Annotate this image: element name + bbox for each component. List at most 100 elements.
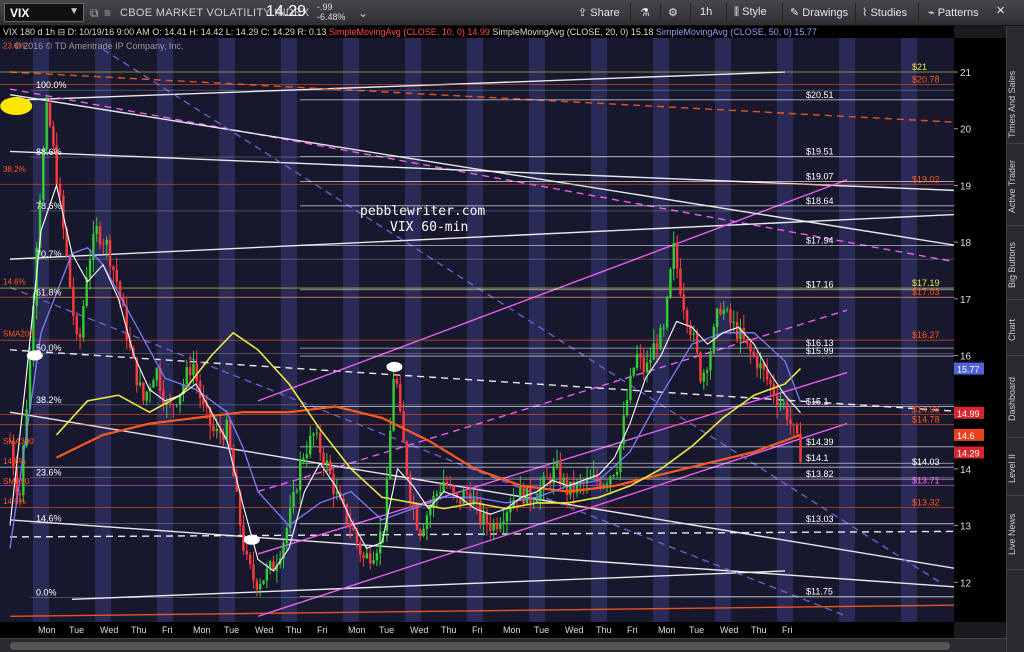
candle-body — [669, 269, 672, 298]
side-tab-level-ii[interactable]: Level II — [1007, 442, 1024, 496]
chart-scrollbar[interactable] — [0, 638, 1006, 652]
candle-body — [499, 524, 502, 530]
candle-body — [559, 462, 562, 485]
menu-icon[interactable]: ≡ — [104, 6, 111, 20]
link-icon[interactable]: ⧉ — [90, 6, 99, 21]
price-level-label: $14.39 — [806, 437, 834, 447]
x-tick-label: Fri — [162, 625, 173, 635]
chevron-down-icon[interactable]: ⌄ — [358, 6, 368, 20]
candle-body — [522, 485, 525, 504]
x-tick-label: Mon — [38, 625, 56, 635]
x-tick-label: Wed — [100, 625, 118, 635]
collapse-icon[interactable]: ⊟ — [58, 27, 66, 37]
symbol-selector[interactable]: VIX ▼ — [4, 3, 84, 22]
style-button[interactable]: ⫼ Style — [734, 6, 767, 19]
candle-body — [372, 560, 375, 564]
left-annotation: 14.6% — [3, 457, 26, 466]
side-tab-active-trader[interactable]: Active Trader — [1007, 148, 1024, 226]
candle-body — [365, 553, 369, 559]
y-tick-label: 12 — [960, 578, 972, 589]
price-chart-area[interactable]: $20.51 $19.51 $19.07 $18.64 $17.94 $17.16 $16.… — [0, 38, 954, 622]
gear-icon[interactable]: ⚙ — [668, 6, 678, 19]
candle-body — [98, 226, 102, 245]
candle-body — [535, 499, 539, 503]
price-level-label: $13.82 — [806, 469, 834, 479]
side-tab-big-buttons[interactable]: Big Buttons — [1007, 230, 1024, 300]
side-tab-times-and-sales[interactable]: Times And Sales — [1007, 66, 1024, 144]
candle-body — [682, 294, 685, 310]
drawings-button[interactable]: ✎ Drawings — [790, 6, 848, 19]
candle-body — [632, 367, 635, 376]
colored-level-label: $17.03 — [912, 287, 940, 297]
candle-body — [295, 490, 299, 493]
sma50-label[interactable]: SimpleMovingAvg (CLOSE, 50, 0) — [656, 27, 792, 37]
candle-body — [312, 433, 315, 436]
left-annotation: SMA50 — [3, 477, 30, 486]
x-tick-label: Tue — [534, 625, 549, 635]
x-tick-label: Tue — [69, 625, 84, 635]
candle-body — [225, 419, 229, 440]
candle-body — [362, 554, 365, 559]
candle-body — [95, 226, 98, 234]
price-tag-label: 14.99 — [957, 409, 980, 419]
candle-body — [315, 432, 319, 434]
candle-body — [609, 476, 612, 485]
symbol-text: VIX — [10, 6, 30, 20]
side-tab-chart[interactable]: Chart — [1007, 304, 1024, 356]
candle-body — [759, 363, 762, 369]
candle-body — [612, 474, 615, 477]
studies-button[interactable]: ⌇ Studies — [862, 6, 907, 19]
price-axis[interactable]: 1213141516171819202115.7714.9914.614.29 — [954, 38, 1006, 622]
chart-header: VIX 180 d 1h — [3, 27, 56, 37]
flask-icon[interactable]: ⚗ — [640, 6, 650, 19]
sma20-label[interactable]: SimpleMovingAvg (CLOSE, 20, 0) — [492, 27, 628, 37]
session-band — [281, 38, 297, 622]
candle-body — [142, 382, 145, 401]
price-chart[interactable]: $20.51 $19.51 $19.07 $18.64 $17.94 $17.16 $16.… — [0, 38, 954, 622]
watermark-site: pebblewriter.com — [360, 204, 486, 219]
bar-open: O: 14.41 — [152, 27, 187, 37]
candle-body — [485, 512, 489, 525]
candle-body — [775, 395, 779, 405]
candle-body — [18, 493, 22, 496]
candle-body — [732, 321, 735, 323]
candle-body — [335, 492, 339, 494]
candle-body — [679, 268, 682, 295]
side-tab-live-news[interactable]: Live News — [1007, 500, 1024, 570]
candle-body — [642, 357, 645, 373]
left-annotation: SMA300 — [3, 437, 34, 446]
candle-body — [652, 343, 655, 360]
close-icon[interactable]: ✕ — [996, 4, 1005, 17]
share-button[interactable]: ⇪ Share — [578, 6, 620, 19]
candle-body — [172, 404, 175, 406]
candle-body — [369, 553, 372, 564]
price-level-label: $19.07 — [806, 171, 834, 181]
timeframe-button[interactable]: 1h — [700, 6, 712, 18]
x-tick-label: Mon — [658, 625, 676, 635]
candle-body — [108, 239, 112, 267]
candle-body — [799, 433, 802, 463]
candle-body — [465, 491, 469, 494]
patterns-button[interactable]: ⌁ Patterns — [928, 6, 979, 19]
candle-body — [422, 528, 425, 536]
candle-body — [405, 441, 409, 475]
candle-body — [772, 384, 776, 396]
candle-body — [88, 260, 92, 278]
last-price: 14.29 — [266, 3, 307, 20]
candle-body — [449, 485, 452, 487]
candle-body — [692, 333, 695, 335]
price-level-label: $11.75 — [806, 586, 833, 596]
candle-body — [489, 524, 492, 531]
fib-level-label: 61.8% — [36, 288, 62, 298]
toolbar-divider — [782, 3, 783, 23]
sma10-label[interactable]: SimpleMovingAvg (CLOSE, 10, 0) — [329, 27, 465, 37]
candle-body — [185, 367, 188, 385]
candle-body — [629, 375, 632, 401]
scrollbar-thumb[interactable] — [10, 642, 950, 650]
candle-body — [329, 460, 332, 474]
candle-body — [662, 327, 665, 329]
fib-level-label: 38.2% — [36, 395, 62, 405]
time-axis[interactable]: Mon Tue Wed Thu Fri Mon Tue Wed Thu Fri Mon Tue Wed T… — [0, 622, 984, 638]
chart-marker — [243, 534, 260, 545]
side-tab-dashboard[interactable]: Dashboard — [1007, 360, 1024, 438]
